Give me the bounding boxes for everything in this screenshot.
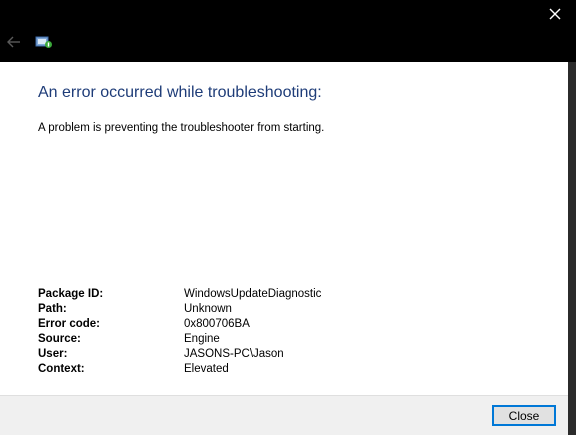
error-details: Package ID: WindowsUpdateDiagnostic Path… [38,287,321,377]
background-window-edge [568,62,576,435]
detail-label: Context: [38,363,85,375]
close-button[interactable]: Close [492,405,556,426]
detail-row-error-code: Error code: 0x800706BA [38,317,321,332]
error-message: A problem is preventing the troubleshoot… [38,122,325,134]
close-icon[interactable] [540,2,570,26]
troubleshooter-icon [34,34,54,50]
detail-value: Unknown [184,303,232,315]
detail-row-package-id: Package ID: WindowsUpdateDiagnostic [38,287,321,302]
dialog-footer: Close [0,395,568,435]
detail-value: WindowsUpdateDiagnostic [184,288,322,300]
detail-row-path: Path: Unknown [38,302,321,317]
troubleshooter-window: An error occurred while troubleshooting:… [0,0,576,435]
detail-label: Package ID: [38,288,104,300]
error-heading: An error occurred while troubleshooting: [38,84,322,101]
detail-value: 0x800706BA [184,318,250,330]
detail-row-user: User: JASONS-PC\Jason [38,347,321,362]
detail-label: Path: [38,303,67,315]
detail-label: Source: [38,333,81,345]
detail-row-context: Context: Elevated [38,362,321,377]
detail-label: User: [38,348,68,360]
detail-value: JASONS-PC\Jason [184,348,284,360]
detail-label: Error code: [38,318,100,330]
detail-value: Engine [184,333,220,345]
detail-value: Elevated [184,363,229,375]
back-arrow-icon[interactable] [4,32,24,52]
dialog-content: An error occurred while troubleshooting:… [0,62,568,395]
title-bar [0,0,576,62]
detail-row-source: Source: Engine [38,332,321,347]
